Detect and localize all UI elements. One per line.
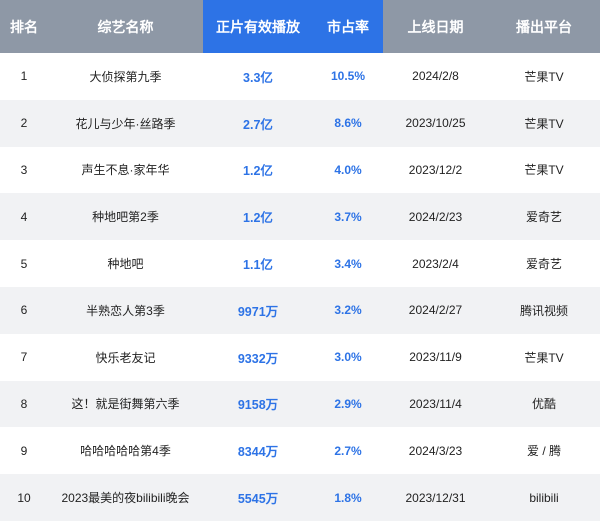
rank-cell: 10: [17, 490, 31, 505]
share-cell: 3.7%: [334, 209, 362, 224]
platform-cell: 爱 / 腾: [526, 444, 561, 459]
header-plays[interactable]: 正片有效播放: [203, 0, 313, 53]
table-row[interactable]: 1 大侦探第九季 3.3亿 10.5% 2024/2/8 芒果TV: [0, 53, 600, 100]
plays-cell: 2.7亿: [243, 117, 273, 132]
plays-cell: 9158万: [237, 398, 279, 413]
date-cell: 2024/2/27: [408, 303, 463, 318]
date-cell: 2023/2/4: [412, 256, 459, 271]
header-platform[interactable]: 播出平台: [488, 0, 600, 53]
share-cell: 4.0%: [334, 162, 362, 177]
share-cell: 3.0%: [334, 350, 362, 365]
name-cell: 哈哈哈哈哈第4季: [80, 444, 171, 459]
date-cell: 2024/2/8: [412, 69, 459, 84]
platform-cell: 腾讯视频: [519, 303, 568, 318]
platform-cell: 优酷: [531, 397, 556, 412]
rank-cell: 4: [20, 209, 28, 224]
name-cell: 大侦探第九季: [89, 69, 162, 84]
date-cell: 2023/11/9: [409, 350, 462, 365]
name-cell: 快乐老友记: [95, 350, 156, 365]
platform-cell: 芒果TV: [524, 69, 564, 84]
header-rank[interactable]: 排名: [0, 0, 48, 53]
share-cell: 2.9%: [334, 396, 362, 411]
date-cell: 2023/12/2: [408, 162, 463, 177]
plays-cell: 9332万: [237, 351, 279, 366]
name-cell: 花儿与少年·丝路季: [75, 116, 176, 131]
plays-cell: 3.3亿: [243, 70, 273, 85]
date-cell: 2024/2/23: [408, 209, 463, 224]
date-cell: 2023/11/4: [409, 396, 462, 411]
plays-cell: 9971万: [237, 304, 279, 319]
rank-cell: 2: [20, 116, 28, 131]
share-cell: 8.6%: [334, 116, 362, 131]
header-share[interactable]: 市占率: [313, 0, 383, 53]
plays-cell: 5545万: [237, 492, 279, 507]
rank-cell: 3: [20, 162, 28, 177]
table-row[interactable]: 6 半熟恋人第3季 9971万 3.2% 2024/2/27 腾讯视频: [0, 286, 600, 334]
plays-cell: 1.2亿: [243, 164, 273, 179]
rank-cell: 6: [20, 303, 28, 318]
table-row[interactable]: 9 哈哈哈哈哈第4季 8344万 2.7% 2024/3/23 爱 / 腾: [0, 427, 600, 474]
platform-cell: bilibili: [529, 490, 559, 505]
name-cell: 这！就是街舞第六季: [71, 397, 180, 412]
ranking-table: 排名 综艺名称 正片有效播放 市占率 上线日期 播出平台 1 大侦探第九季 3.…: [0, 0, 600, 521]
table-row[interactable]: 8 这！就是街舞第六季 9158万 2.9% 2023/11/4 优酷: [0, 380, 600, 428]
date-cell: 2024/3/23: [408, 443, 463, 458]
header-date[interactable]: 上线日期: [383, 0, 488, 53]
rank-cell: 9: [20, 443, 28, 458]
share-cell: 10.5%: [330, 69, 366, 84]
date-cell: 2023/10/25: [405, 116, 466, 131]
table-row[interactable]: 2 花儿与少年·丝路季 2.7亿 8.6% 2023/10/25 芒果TV: [0, 99, 600, 147]
name-cell: 2023最美的夜bilibili晚会: [61, 491, 190, 506]
table-row[interactable]: 10 2023最美的夜bilibili晚会 5545万 1.8% 2023/12…: [0, 474, 600, 521]
rank-cell: 1: [20, 69, 28, 84]
table-body: 1 大侦探第九季 3.3亿 10.5% 2024/2/8 芒果TV 2 花儿与少…: [0, 53, 600, 521]
platform-cell: 芒果TV: [524, 350, 564, 365]
share-cell: 3.2%: [334, 303, 362, 318]
share-cell: 3.4%: [334, 256, 362, 271]
date-cell: 2023/12/31: [405, 490, 466, 505]
rank-cell: 8: [20, 396, 28, 411]
table-row[interactable]: 7 快乐老友记 9332万 3.0% 2023/11/9 芒果TV: [0, 334, 600, 381]
platform-cell: 芒果TV: [524, 116, 564, 131]
plays-cell: 1.2亿: [243, 211, 273, 226]
name-cell: 种地吧第2季: [92, 210, 159, 225]
table-row[interactable]: 3 声生不息·家年华 1.2亿 4.0% 2023/12/2 芒果TV: [0, 147, 600, 194]
rank-cell: 7: [20, 350, 28, 365]
plays-cell: 8344万: [237, 445, 279, 460]
name-cell: 声生不息·家年华: [81, 163, 170, 178]
name-cell: 种地吧: [107, 257, 144, 272]
platform-cell: 爱奇艺: [525, 257, 562, 272]
platform-cell: 芒果TV: [524, 163, 564, 178]
header-name[interactable]: 综艺名称: [48, 0, 203, 53]
rank-cell: 5: [20, 256, 28, 271]
table-row[interactable]: 4 种地吧第2季 1.2亿 3.7% 2024/2/23 爱奇艺: [0, 193, 600, 241]
platform-cell: 爱奇艺: [525, 210, 562, 225]
share-cell: 2.7%: [334, 443, 362, 458]
plays-cell: 1.1亿: [243, 258, 273, 273]
share-cell: 1.8%: [334, 490, 362, 505]
table-header: 排名 综艺名称 正片有效播放 市占率 上线日期 播出平台: [0, 0, 600, 53]
name-cell: 半熟恋人第3季: [86, 303, 165, 318]
table-row[interactable]: 5 种地吧 1.1亿 3.4% 2023/2/4 爱奇艺: [0, 240, 600, 287]
